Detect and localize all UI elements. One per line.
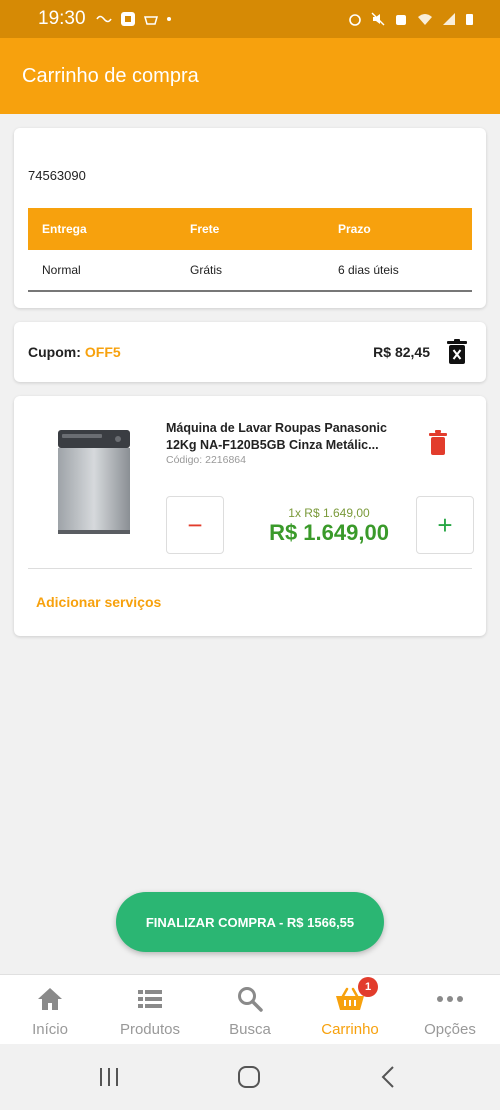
shipping-card: 74563090 Entrega Frete Prazo Normal Grát… bbox=[14, 128, 486, 308]
unit-price: 1x R$ 1.649,00 bbox=[288, 506, 370, 520]
search-icon bbox=[238, 987, 263, 1012]
cart-badge: 1 bbox=[358, 977, 378, 997]
shipping-table-header: Entrega Frete Prazo bbox=[28, 208, 472, 250]
cep-value: 74563090 bbox=[28, 168, 86, 183]
back-icon[interactable] bbox=[376, 1064, 402, 1090]
app-icon bbox=[120, 12, 135, 26]
home-button-icon[interactable] bbox=[236, 1064, 262, 1090]
divider bbox=[28, 568, 472, 569]
status-bar: 19:30 bbox=[0, 0, 500, 38]
list-icon bbox=[138, 990, 162, 1008]
nav-item-inicio[interactable]: Início bbox=[0, 975, 100, 1044]
delete-icon[interactable] bbox=[428, 430, 448, 456]
nav-item-opcoes[interactable]: Opções bbox=[400, 975, 500, 1044]
coupon-label: Cupom: bbox=[28, 344, 81, 360]
nav-item-busca[interactable]: Busca bbox=[200, 975, 300, 1044]
coupon-value: R$ 82,45 bbox=[373, 344, 430, 360]
notification-icon bbox=[95, 15, 112, 23]
washing-machine-image bbox=[58, 430, 130, 534]
header-entrega: Entrega bbox=[42, 222, 87, 236]
status-time: 19:30 bbox=[38, 8, 86, 29]
data-saver-icon bbox=[396, 15, 406, 25]
battery-icon bbox=[466, 14, 473, 25]
checkout-button[interactable]: FINALIZAR COMPRA - R$ 1566,55 bbox=[116, 892, 384, 952]
trash-icon[interactable] bbox=[446, 339, 468, 365]
nav-label-inicio: Início bbox=[32, 1021, 68, 1038]
nav-label-produtos: Produtos bbox=[119, 1021, 181, 1038]
total-price: R$ 1.649,00 bbox=[269, 520, 389, 545]
system-nav-bar bbox=[0, 1044, 500, 1110]
decrease-quantity-button[interactable]: − bbox=[166, 496, 224, 554]
nav-label-carrinho: Carrinho bbox=[321, 1021, 379, 1038]
coupon-code: OFF5 bbox=[84, 344, 121, 360]
cell-entrega: Normal bbox=[42, 263, 81, 277]
recent-apps-icon[interactable] bbox=[96, 1064, 122, 1090]
coupon-card: Cupom: OFF5 R$ 82,45 bbox=[14, 322, 486, 382]
nav-item-carrinho[interactable]: 1 Carrinho bbox=[300, 975, 400, 1044]
dot-icon bbox=[166, 17, 171, 21]
header-prazo: Prazo bbox=[338, 222, 371, 236]
bottom-nav: Início Produtos Busca 1 Carrinho Opções bbox=[0, 974, 500, 1044]
mute-icon bbox=[371, 12, 385, 26]
table-row[interactable]: Normal Grátis 6 dias úteis bbox=[28, 250, 472, 292]
nav-label-busca: Busca bbox=[229, 1021, 271, 1038]
increase-quantity-button[interactable]: + bbox=[416, 496, 474, 554]
alarm-icon bbox=[349, 14, 361, 26]
product-code: Código: 2216864 bbox=[166, 454, 246, 466]
nav-item-produtos[interactable]: Produtos bbox=[100, 975, 200, 1044]
page-title: Carrinho de compra bbox=[22, 64, 199, 87]
more-icon bbox=[437, 996, 463, 1002]
nav-label-opcoes: Opções bbox=[424, 1021, 476, 1038]
add-services-link[interactable]: Adicionar serviços bbox=[36, 594, 161, 610]
cell-frete: Grátis bbox=[190, 263, 223, 277]
header-frete: Frete bbox=[190, 222, 220, 236]
wifi-icon bbox=[418, 14, 432, 25]
app-bar: Carrinho de compra bbox=[0, 38, 500, 114]
basket-notification-icon bbox=[143, 16, 158, 25]
signal-icon bbox=[443, 13, 455, 25]
product-card: Máquina de Lavar Roupas Panasonic 12Kg N… bbox=[14, 396, 486, 636]
home-icon bbox=[38, 988, 62, 1010]
cell-prazo: 6 dias úteis bbox=[338, 263, 399, 277]
product-name[interactable]: Máquina de Lavar Roupas Panasonic 12Kg N… bbox=[166, 420, 416, 454]
shipping-table: Entrega Frete Prazo Normal Grátis 6 dias… bbox=[28, 208, 472, 292]
